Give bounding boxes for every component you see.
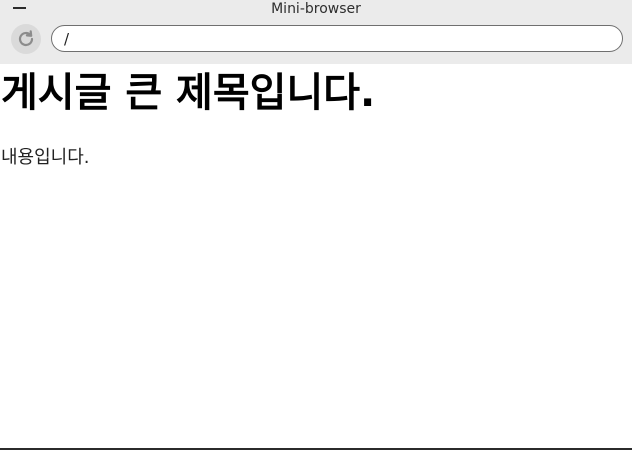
page-content: 게시글 큰 제목입니다. 내용입니다. [0,64,632,448]
window-title: Mini-browser [271,1,361,17]
reload-button[interactable] [11,24,41,54]
reload-icon [18,30,34,47]
browser-toolbar [0,18,632,64]
post-body: 내용입니다. [1,147,90,168]
post-title: 게시글 큰 제목입니다. [1,70,376,116]
url-input[interactable] [51,25,623,52]
browser-window: Mini-browser 게시글 큰 제목입니다. 내용입니다. [0,0,632,450]
title-bar: Mini-browser [0,0,632,18]
